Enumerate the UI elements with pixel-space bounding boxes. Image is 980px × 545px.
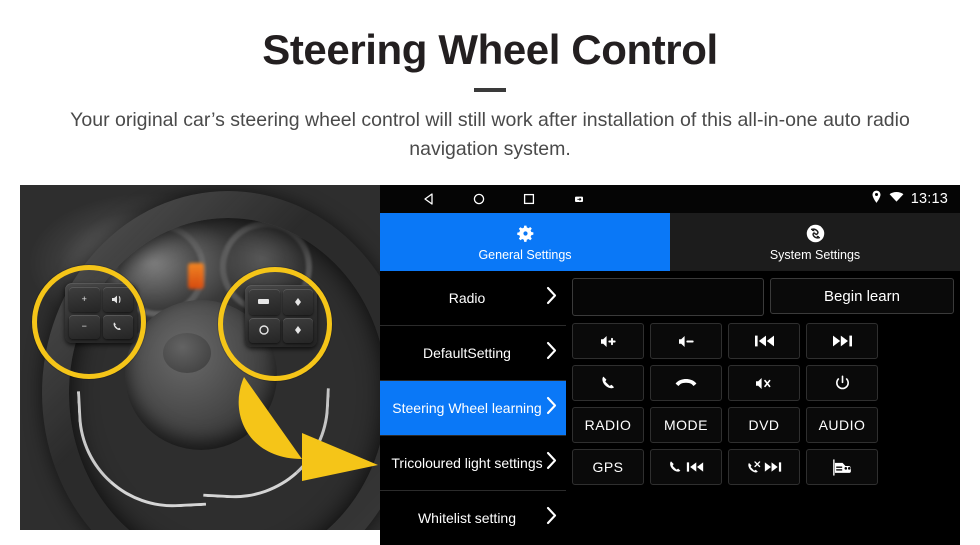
key-button-power[interactable] (806, 365, 878, 401)
sidebar-item-steering-wheel-learning[interactable]: Steering Wheel learning (380, 381, 566, 436)
key-button-call-decline-next[interactable] (728, 449, 800, 485)
key-button-radio-label: RADIO (584, 417, 632, 433)
tab-system-settings[interactable]: System Settings (670, 213, 960, 271)
wifi-icon (889, 190, 904, 208)
home-icon[interactable] (470, 190, 488, 208)
key-button-gps[interactable]: GPS (572, 449, 644, 485)
key-button-radio[interactable]: RADIO (572, 407, 644, 443)
chevron-right-icon (545, 341, 558, 365)
settings-tabs: General Settings System Settings (380, 213, 960, 271)
chevron-right-icon (545, 451, 558, 475)
highlight-circle-right (218, 267, 332, 381)
key-button-gps-label: GPS (592, 459, 624, 475)
sidebar-item-label: Tricoloured light settings (391, 454, 543, 471)
sidebar-item-radio[interactable]: Radio (380, 271, 566, 326)
learn-row: Begin learn (572, 278, 954, 316)
tab-general-settings-label: General Settings (478, 247, 572, 262)
sidebar-item-defaultsetting[interactable]: DefaultSetting (380, 326, 566, 381)
pointer-arrow (226, 373, 380, 483)
screenshot-icon[interactable] (570, 190, 588, 208)
key-button-volume-down[interactable] (650, 323, 722, 359)
steering-wheel-airbag-emblem (163, 333, 211, 373)
key-button-call-previous[interactable] (650, 449, 722, 485)
learn-input[interactable] (572, 278, 764, 316)
key-button-audio[interactable]: AUDIO (806, 407, 878, 443)
chevron-right-icon (545, 286, 558, 310)
highlight-circle-left (32, 265, 146, 379)
title-divider (474, 88, 506, 92)
sidebar-item-label: Whitelist setting (417, 509, 517, 526)
header-section: Steering Wheel Control Your original car… (0, 0, 980, 185)
android-status-bar: 13:13 (380, 185, 960, 213)
key-button-phone-call[interactable] (572, 365, 644, 401)
back-icon[interactable] (420, 190, 438, 208)
gear-icon (515, 223, 536, 245)
key-button-dvd[interactable]: DVD (728, 407, 800, 443)
android-nav-icons (420, 190, 588, 208)
steering-wheel-photo: + − (20, 185, 380, 530)
sidebar-item-whitelist-setting[interactable]: Whitelist setting (380, 491, 566, 545)
location-pin-icon (871, 190, 882, 209)
chevron-right-icon (545, 396, 558, 420)
tab-system-settings-label: System Settings (769, 247, 861, 262)
android-head-unit-screen: 13:13 General Settings System Settings R… (380, 185, 960, 545)
content-row: + − 13:13 General Settings System Settin… (0, 185, 980, 545)
status-clock: 13:13 (910, 191, 948, 207)
recents-icon[interactable] (520, 190, 538, 208)
page-root: Steering Wheel Control Your original car… (0, 0, 980, 545)
key-button-mute[interactable] (728, 365, 800, 401)
key-button-phone-hangup[interactable] (650, 365, 722, 401)
begin-learn-button[interactable]: Begin learn (770, 278, 954, 314)
key-button-dvd-label: DVD (748, 417, 780, 433)
key-button-audio-label: AUDIO (818, 417, 866, 433)
system-logo-icon (805, 223, 826, 245)
key-button-previous-track[interactable] (728, 323, 800, 359)
chevron-right-icon (545, 506, 558, 530)
page-subtitle: Your original car’s steering wheel contr… (70, 109, 910, 161)
key-assignment-grid: RADIO MODE DVD AUDIO GPS (572, 323, 954, 485)
sidebar-item-label: Radio (448, 289, 486, 306)
key-button-mode[interactable]: MODE (650, 407, 722, 443)
sidebar-item-label: Steering Wheel learning (392, 399, 542, 416)
page-title: Steering Wheel Control (262, 26, 718, 73)
sidebar-item-tricoloured-light-settings[interactable]: Tricoloured light settings (380, 436, 566, 491)
key-button-volume-up[interactable] (572, 323, 644, 359)
tab-general-settings[interactable]: General Settings (380, 213, 670, 271)
steering-wheel-learning-panel: Begin learn RADIO MODE DVD AUDIO GPS (566, 271, 960, 545)
sidebar-item-label: DefaultSetting (423, 344, 511, 361)
key-button-next-track[interactable] (806, 323, 878, 359)
settings-sidebar: Radio DefaultSetting Steering Wheel lear… (380, 271, 566, 545)
settings-content: Radio DefaultSetting Steering Wheel lear… (380, 271, 960, 545)
key-button-car-front[interactable] (806, 449, 878, 485)
key-button-mode-label: MODE (664, 417, 708, 433)
status-right-cluster: 13:13 (871, 190, 948, 209)
